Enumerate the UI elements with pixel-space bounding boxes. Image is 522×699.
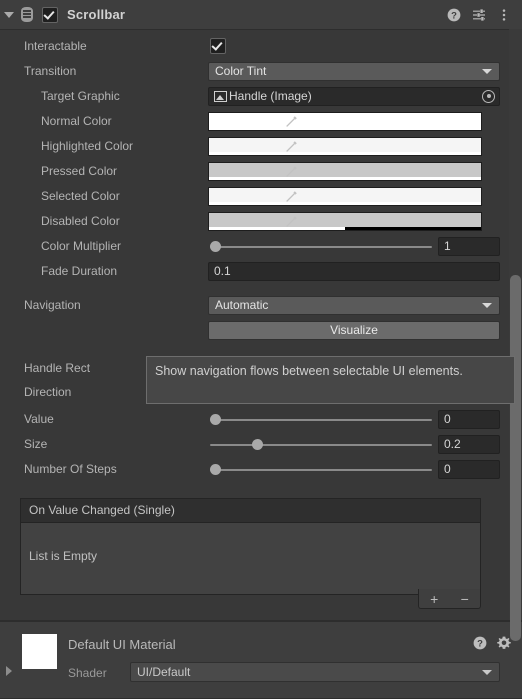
- row-fade-duration: Fade Duration 0.1: [0, 260, 522, 282]
- selected-color-eyedropper[interactable]: [282, 187, 300, 206]
- scrollbar-thumb[interactable]: [510, 275, 521, 641]
- svg-text:?: ?: [477, 639, 483, 650]
- value-slider[interactable]: [210, 410, 432, 429]
- unity-inspector-panel: Scrollbar ? Interactable Transition Colo…: [0, 0, 522, 699]
- image-asset-icon: [214, 90, 227, 102]
- color-multiplier-slider[interactable]: [210, 237, 432, 256]
- row-pressed-color: Pressed Color: [0, 160, 522, 182]
- row-number-of-steps: Number Of Steps 0: [0, 458, 522, 480]
- navigation-dropdown[interactable]: Automatic: [208, 295, 500, 315]
- navigation-value: Automatic: [215, 298, 269, 312]
- remove-event-button[interactable]: −: [461, 592, 469, 606]
- chevron-down-icon: [482, 68, 492, 74]
- tooltip: Show navigation flows between selectable…: [146, 356, 515, 404]
- preset-icon[interactable]: [472, 8, 486, 22]
- value-label: Value: [24, 412, 54, 426]
- visualize-button[interactable]: Visualize: [208, 320, 500, 340]
- shader-dropdown[interactable]: UI/Default: [130, 662, 500, 682]
- component-header[interactable]: Scrollbar ?: [0, 0, 522, 30]
- object-picker-icon[interactable]: [482, 89, 495, 103]
- navigation-label: Navigation: [24, 298, 81, 312]
- chevron-down-icon: [482, 302, 492, 308]
- size-slider[interactable]: [210, 435, 432, 454]
- event-list-empty-text: List is Empty: [29, 549, 98, 563]
- size-label: Size: [24, 437, 48, 451]
- material-title: Default UI Material: [68, 637, 176, 652]
- color-multiplier-value[interactable]: 1: [438, 236, 500, 256]
- highlighted-color-label: Highlighted Color: [41, 139, 134, 153]
- expand-arrow-icon[interactable]: [6, 666, 12, 676]
- row-normal-color: Normal Color: [0, 110, 522, 132]
- slider-knob[interactable]: [210, 463, 221, 475]
- size-input[interactable]: 0.2: [438, 434, 500, 454]
- pressed-color-eyedropper[interactable]: [282, 162, 300, 181]
- row-value: Value 0: [0, 408, 522, 430]
- component-enabled-checkbox[interactable]: [42, 6, 58, 23]
- event-list-footer: + −: [418, 589, 481, 609]
- component-script-icon: [21, 7, 33, 22]
- row-transition: Transition Color Tint: [0, 60, 522, 82]
- slider-knob[interactable]: [210, 240, 221, 252]
- row-selected-color: Selected Color: [0, 185, 522, 207]
- vertical-scrollbar[interactable]: [509, 29, 522, 641]
- event-list-body[interactable]: List is Empty: [20, 522, 481, 595]
- on-value-changed-section: On Value Changed (Single) List is Empty: [20, 498, 481, 595]
- slider-knob[interactable]: [252, 438, 263, 450]
- highlighted-color-eyedropper[interactable]: [282, 137, 300, 156]
- row-visualize: Visualize: [0, 319, 522, 341]
- handle-rect-label: Handle Rect: [24, 361, 91, 375]
- chevron-down-icon: [482, 669, 492, 675]
- row-size: Size 0.2: [0, 433, 522, 455]
- transition-value: Color Tint: [215, 64, 267, 78]
- page-title: Scrollbar: [67, 7, 126, 22]
- interactable-label: Interactable: [24, 39, 87, 53]
- row-target-graphic: Target Graphic Handle (Image): [0, 85, 522, 107]
- color-multiplier-label: Color Multiplier: [41, 239, 122, 253]
- number-of-steps-slider[interactable]: [210, 460, 432, 479]
- target-graphic-label: Target Graphic: [41, 89, 120, 103]
- direction-label: Direction: [24, 385, 72, 399]
- help-icon[interactable]: ?: [447, 8, 461, 22]
- disabled-color-swatch[interactable]: [208, 211, 482, 231]
- row-color-multiplier: Color Multiplier 1: [0, 235, 522, 257]
- value-input[interactable]: 0: [438, 409, 500, 429]
- normal-color-eyedropper[interactable]: [282, 112, 300, 131]
- row-navigation: Navigation Automatic: [0, 294, 522, 316]
- fade-duration-label: Fade Duration: [41, 264, 118, 278]
- gear-icon[interactable]: [497, 636, 511, 650]
- material-icon-group: ?: [473, 636, 511, 650]
- event-list-header[interactable]: On Value Changed (Single): [20, 498, 481, 522]
- number-of-steps-input[interactable]: 0: [438, 459, 500, 479]
- pressed-color-label: Pressed Color: [41, 164, 118, 178]
- transition-dropdown[interactable]: Color Tint: [208, 61, 500, 81]
- header-icon-group: ?: [447, 8, 522, 22]
- shader-label: Shader: [68, 666, 107, 680]
- row-interactable: Interactable: [0, 35, 522, 57]
- target-graphic-object-field[interactable]: Handle (Image): [208, 86, 500, 106]
- normal-color-swatch[interactable]: [208, 111, 482, 131]
- material-section: Default UI Material ? Shader UI/Default: [0, 622, 522, 699]
- shader-value: UI/Default: [137, 665, 191, 679]
- transition-label: Transition: [24, 64, 77, 78]
- material-preview-swatch: [22, 634, 57, 669]
- number-of-steps-label: Number Of Steps: [24, 462, 117, 476]
- highlighted-color-swatch[interactable]: [208, 136, 482, 156]
- help-icon[interactable]: ?: [473, 636, 487, 650]
- selected-color-swatch[interactable]: [208, 186, 482, 206]
- selected-color-label: Selected Color: [41, 189, 120, 203]
- interactable-checkbox[interactable]: [210, 38, 226, 54]
- more-menu-icon[interactable]: [497, 8, 511, 22]
- fade-duration-input[interactable]: 0.1: [208, 261, 500, 281]
- target-graphic-value: Handle (Image): [229, 89, 312, 103]
- normal-color-label: Normal Color: [41, 114, 112, 128]
- disabled-color-label: Disabled Color: [41, 214, 120, 228]
- row-highlighted-color: Highlighted Color: [0, 135, 522, 157]
- row-disabled-color: Disabled Color: [0, 210, 522, 232]
- pressed-color-swatch[interactable]: [208, 161, 482, 181]
- foldout-triangle-icon[interactable]: [0, 0, 18, 29]
- svg-text:?: ?: [451, 10, 457, 21]
- disabled-color-eyedropper[interactable]: [282, 212, 300, 231]
- add-event-button[interactable]: +: [430, 592, 438, 606]
- slider-knob[interactable]: [210, 413, 221, 425]
